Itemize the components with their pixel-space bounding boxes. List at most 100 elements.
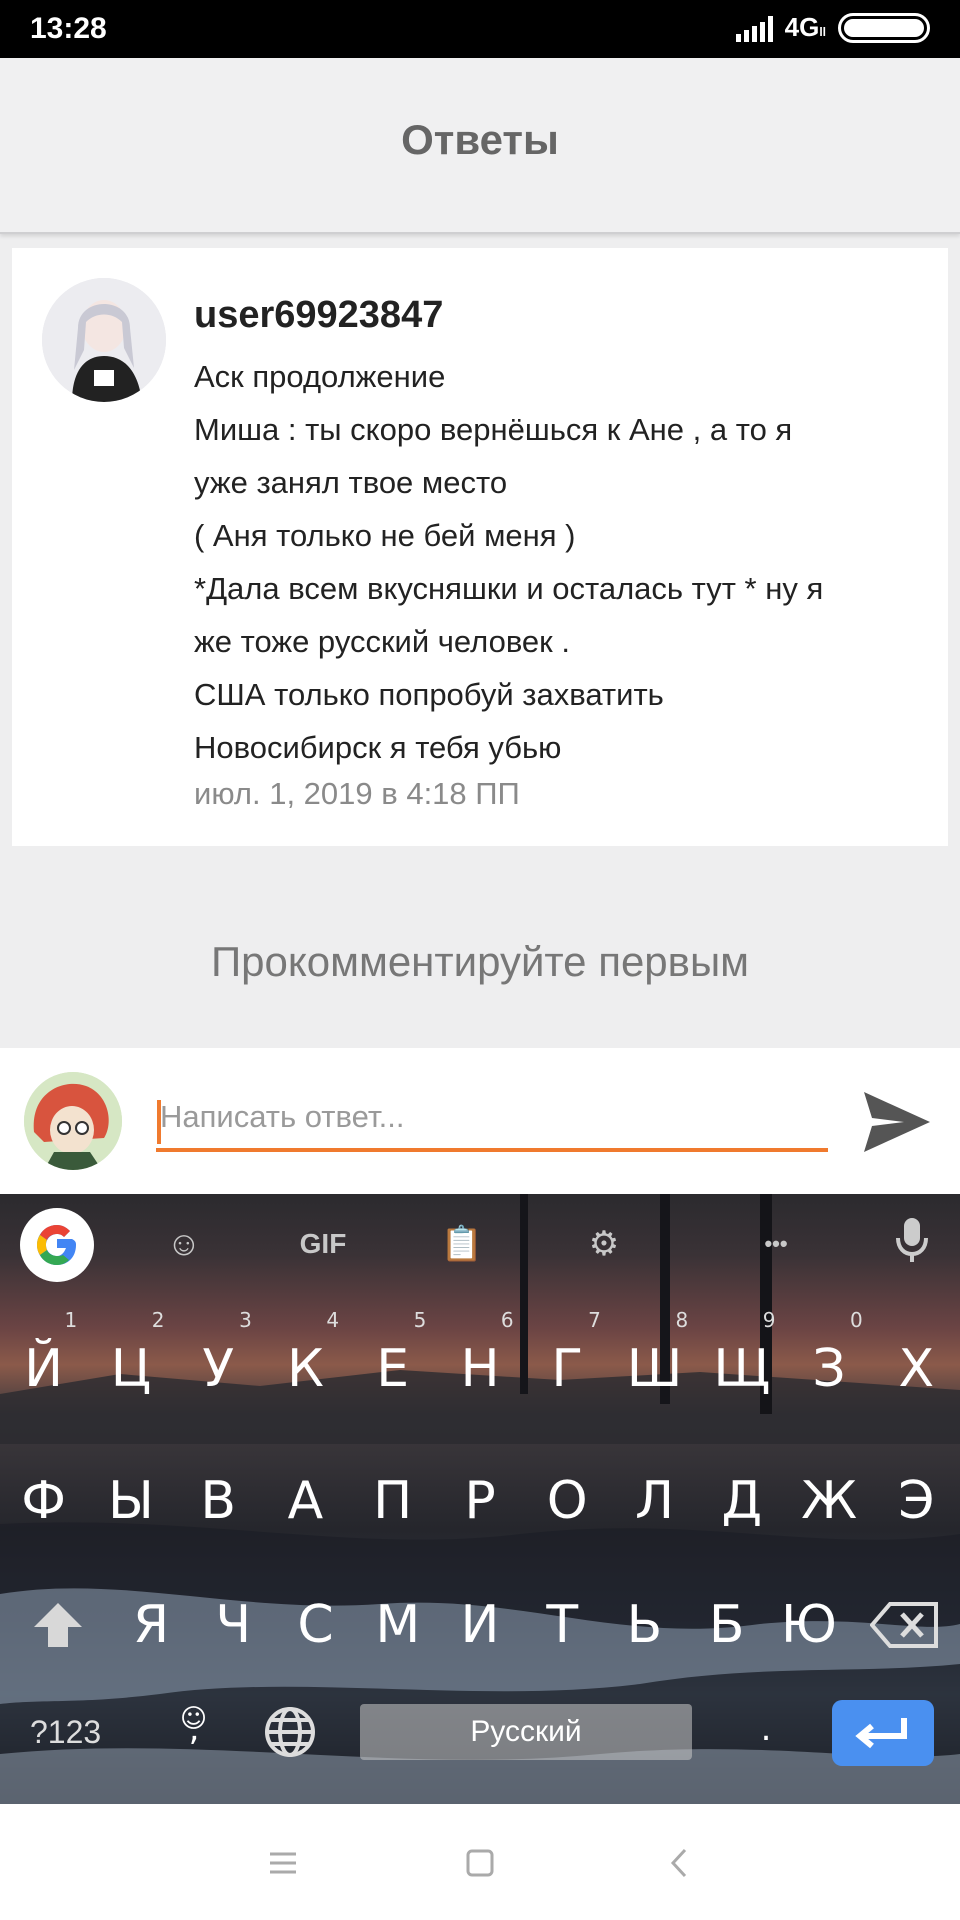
shift-icon [34,1603,82,1647]
shift-key[interactable] [20,1580,96,1670]
gif-button[interactable]: GIF [288,1216,358,1272]
backspace-icon [869,1602,938,1648]
settings-icon[interactable]: ⚙ [576,1216,632,1272]
symbols-key[interactable]: ?123 [30,1704,120,1760]
post-username[interactable]: user69923847 [194,294,443,337]
key[interactable]: Ф [0,1456,87,1546]
menu-icon [270,1852,296,1874]
key[interactable]: Е5 [349,1310,436,1414]
key[interactable]: Н6 [436,1310,523,1414]
key[interactable]: Э [873,1456,960,1546]
key[interactable]: Ч [192,1580,274,1670]
key-hint: 9 [762,1308,776,1332]
status-bar: 13:28 4Gll [0,0,960,58]
soft-keyboard: ☺ GIF 📋 ⚙ ••• Й1Ц2У3К4Е5Н6Г7Ш8Щ9З0Х ФЫВА… [0,1194,960,1804]
key-hint: 4 [326,1308,340,1332]
post-line: же тоже русский человек . [194,624,570,659]
send-button[interactable] [858,1084,934,1160]
back-icon [670,1848,687,1878]
key-hint: 6 [500,1308,514,1332]
post-line: *Дала всем вкусняшки и осталась тут * ну… [194,571,824,606]
key[interactable]: Т [521,1580,603,1670]
key[interactable]: И [439,1580,521,1670]
signal-icon [735,14,773,42]
post-line: США только попробуй захватить [194,677,664,712]
backspace-key[interactable] [860,1580,950,1670]
key-hint: 2 [151,1308,165,1332]
key-row-2: ФЫВАПРОЛДЖЭ [0,1456,960,1546]
post-body: Аск продолжение Миша : ты скоро вернёшьс… [194,350,934,774]
navigation-bar [0,1804,960,1920]
post-line: Новосибирск я тебя убью [194,730,562,765]
key-row-1: Й1Ц2У3К4Е5Н6Г7Ш8Щ9З0Х [0,1310,960,1414]
emoji-comma-key[interactable]: ☺ , [174,1694,214,1764]
post-line: Аск продолжение [194,359,446,394]
key[interactable]: Б [686,1580,768,1670]
globe-icon [265,1707,315,1757]
key[interactable]: Й1 [0,1310,87,1414]
post-line: уже занял твое место [194,465,508,500]
reply-input[interactable] [156,1086,828,1152]
language-key[interactable] [258,1696,322,1766]
key[interactable]: С [274,1580,356,1670]
key[interactable]: Ц2 [87,1310,174,1414]
key[interactable]: К4 [262,1310,349,1414]
author-avatar[interactable] [42,278,166,402]
key[interactable]: Р [436,1456,523,1546]
user-avatar [24,1072,122,1170]
text-cursor [157,1100,161,1144]
space-key[interactable]: Русский [360,1704,692,1760]
period-key[interactable]: . [746,1694,786,1764]
key[interactable]: Я [110,1580,192,1670]
key-hint: 8 [675,1308,689,1332]
key[interactable]: Ы [87,1456,174,1546]
post-line: ( Аня только не бей меня ) [194,518,576,553]
key-hint: 1 [64,1308,78,1332]
google-icon [37,1225,76,1265]
post-line: Миша : ты скоро вернёшься к Ане , а то я [194,412,793,447]
key[interactable]: Л [611,1456,698,1546]
more-icon[interactable]: ••• [748,1216,804,1272]
send-icon [864,1092,930,1152]
key[interactable]: Ш8 [611,1310,698,1414]
key[interactable]: Д [698,1456,785,1546]
emoji-icon: ☺ [180,1704,208,1734]
key[interactable]: Ж [785,1456,872,1546]
key[interactable]: В [175,1456,262,1546]
key[interactable]: М [357,1580,439,1670]
page-title: Ответы [401,116,559,163]
empty-comments-text: Прокомментируйте первым [210,938,750,985]
key[interactable]: П [349,1456,436,1546]
menu-nav-button[interactable] [258,1838,308,1888]
home-icon [466,1849,494,1877]
clipboard-icon[interactable]: 📋 [434,1216,490,1272]
key-hint: 7 [588,1308,601,1332]
sticker-icon[interactable]: ☺ [156,1216,212,1272]
enter-key[interactable] [832,1700,934,1766]
google-button[interactable] [20,1208,94,1282]
reply-bar [0,1048,960,1194]
key-hint: 3 [239,1308,252,1332]
key[interactable]: А [262,1456,349,1546]
key[interactable]: Ю [768,1580,850,1670]
battery-icon [838,12,930,43]
status-time: 13:28 [30,12,107,45]
keyboard-toolbar: ☺ GIF 📋 ⚙ ••• [0,1194,960,1298]
key[interactable]: Х [873,1324,960,1414]
key[interactable]: Г7 [524,1310,611,1414]
back-nav-button[interactable] [655,1838,705,1888]
key[interactable]: Щ9 [698,1310,785,1414]
post-date: июл. 1, 2019 в 4:18 ПП [194,776,520,811]
mic-icon[interactable] [884,1216,940,1272]
home-nav-button[interactable] [455,1838,505,1888]
app-header: Ответы [0,58,960,234]
network-type: 4Gll [784,12,826,42]
post-card: user69923847 Аск продолжение Миша : ты с… [12,248,948,846]
enter-icon [855,1718,907,1749]
key-row-3: ЯЧСМИТЬБЮ [0,1580,960,1670]
key[interactable]: О [524,1456,611,1546]
key[interactable]: Ь [603,1580,685,1670]
key[interactable]: З0 [785,1310,872,1414]
key[interactable]: У3 [175,1310,262,1414]
status-icons: 4Gll [735,12,930,43]
